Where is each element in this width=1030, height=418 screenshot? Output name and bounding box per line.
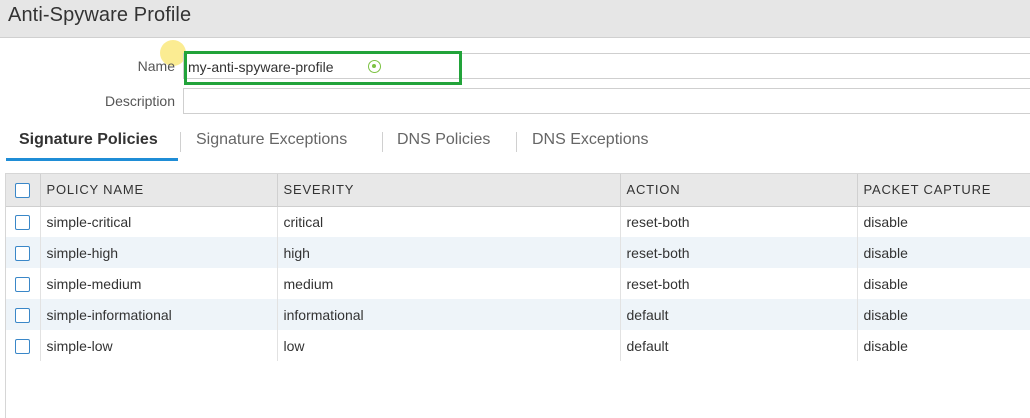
cell-policy-name: simple-high — [40, 237, 278, 268]
cell-action: reset-both — [620, 206, 858, 237]
row-select-cell — [6, 268, 41, 299]
name-input-value: my-anti-spyware-profile — [188, 59, 334, 75]
profile-tabs: Signature Policies Signature Exceptions … — [0, 124, 1030, 162]
name-row: Name my-anti-spyware-profile — [0, 53, 1030, 79]
tab-signature-policies[interactable]: Signature Policies — [19, 124, 158, 160]
table-row[interactable]: simple-critical critical reset-both disa… — [6, 206, 1030, 237]
row-checkbox[interactable] — [15, 307, 31, 323]
table-row[interactable]: simple-informational informational defau… — [6, 299, 1030, 330]
tab-dns-policies[interactable]: DNS Policies — [397, 124, 490, 160]
cell-packet-capture: disable — [857, 330, 1030, 361]
row-select-cell — [6, 330, 41, 361]
cell-severity: critical — [277, 206, 621, 237]
tab-signature-exceptions[interactable]: Signature Exceptions — [196, 124, 347, 160]
row-select-cell — [6, 299, 41, 330]
check-circle-icon — [368, 60, 381, 73]
column-header-action[interactable]: ACTION — [620, 174, 858, 207]
cell-action: default — [620, 330, 858, 361]
cell-severity: informational — [277, 299, 621, 330]
name-input[interactable]: my-anti-spyware-profile — [183, 53, 1030, 79]
title-bar: Anti-Spyware Profile — [0, 0, 1030, 38]
description-label: Description — [104, 93, 175, 109]
cell-action: reset-both — [620, 237, 858, 268]
row-checkbox[interactable] — [15, 276, 31, 292]
cell-policy-name: simple-informational — [40, 299, 278, 330]
row-checkbox[interactable] — [15, 215, 31, 231]
cell-packet-capture: disable — [857, 268, 1030, 299]
name-label: Name — [137, 58, 175, 74]
active-tab-indicator — [6, 158, 178, 161]
signature-policies-table: POLICY NAME SEVERITY ACTION PACKET CAPTU… — [5, 173, 1030, 418]
cell-action: reset-both — [620, 268, 858, 299]
cell-policy-name: simple-low — [40, 330, 278, 361]
tab-dns-exceptions[interactable]: DNS Exceptions — [532, 124, 649, 160]
window-title: Anti-Spyware Profile — [8, 4, 192, 26]
select-all-cell — [6, 174, 41, 207]
cell-policy-name: simple-medium — [40, 268, 278, 299]
cell-policy-name: simple-critical — [40, 206, 278, 237]
cell-packet-capture: disable — [857, 237, 1030, 268]
cell-packet-capture: disable — [857, 206, 1030, 237]
cell-severity: high — [277, 237, 621, 268]
tab-separator — [382, 132, 383, 152]
column-header-packet-capture[interactable]: PACKET CAPTURE — [857, 174, 1030, 207]
column-header-policy-name[interactable]: POLICY NAME — [40, 174, 278, 207]
cell-severity: medium — [277, 268, 621, 299]
column-header-severity[interactable]: SEVERITY — [277, 174, 621, 207]
table-row[interactable]: simple-high high reset-both disable — [6, 237, 1030, 268]
description-row: Description — [0, 88, 1030, 114]
row-checkbox[interactable] — [15, 338, 31, 354]
tab-separator — [516, 132, 517, 152]
cell-severity: low — [277, 330, 621, 361]
description-input[interactable] — [183, 88, 1030, 114]
row-select-cell — [6, 206, 41, 237]
table-row[interactable]: simple-medium medium reset-both disable — [6, 268, 1030, 299]
tab-separator — [180, 132, 181, 152]
row-select-cell — [6, 237, 41, 268]
cell-action: default — [620, 299, 858, 330]
select-all-checkbox[interactable] — [15, 182, 31, 198]
table-header-row: POLICY NAME SEVERITY ACTION PACKET CAPTU… — [6, 174, 1030, 207]
row-checkbox[interactable] — [15, 245, 31, 261]
table-row[interactable]: simple-low low default disable — [6, 330, 1030, 361]
cell-packet-capture: disable — [857, 299, 1030, 330]
